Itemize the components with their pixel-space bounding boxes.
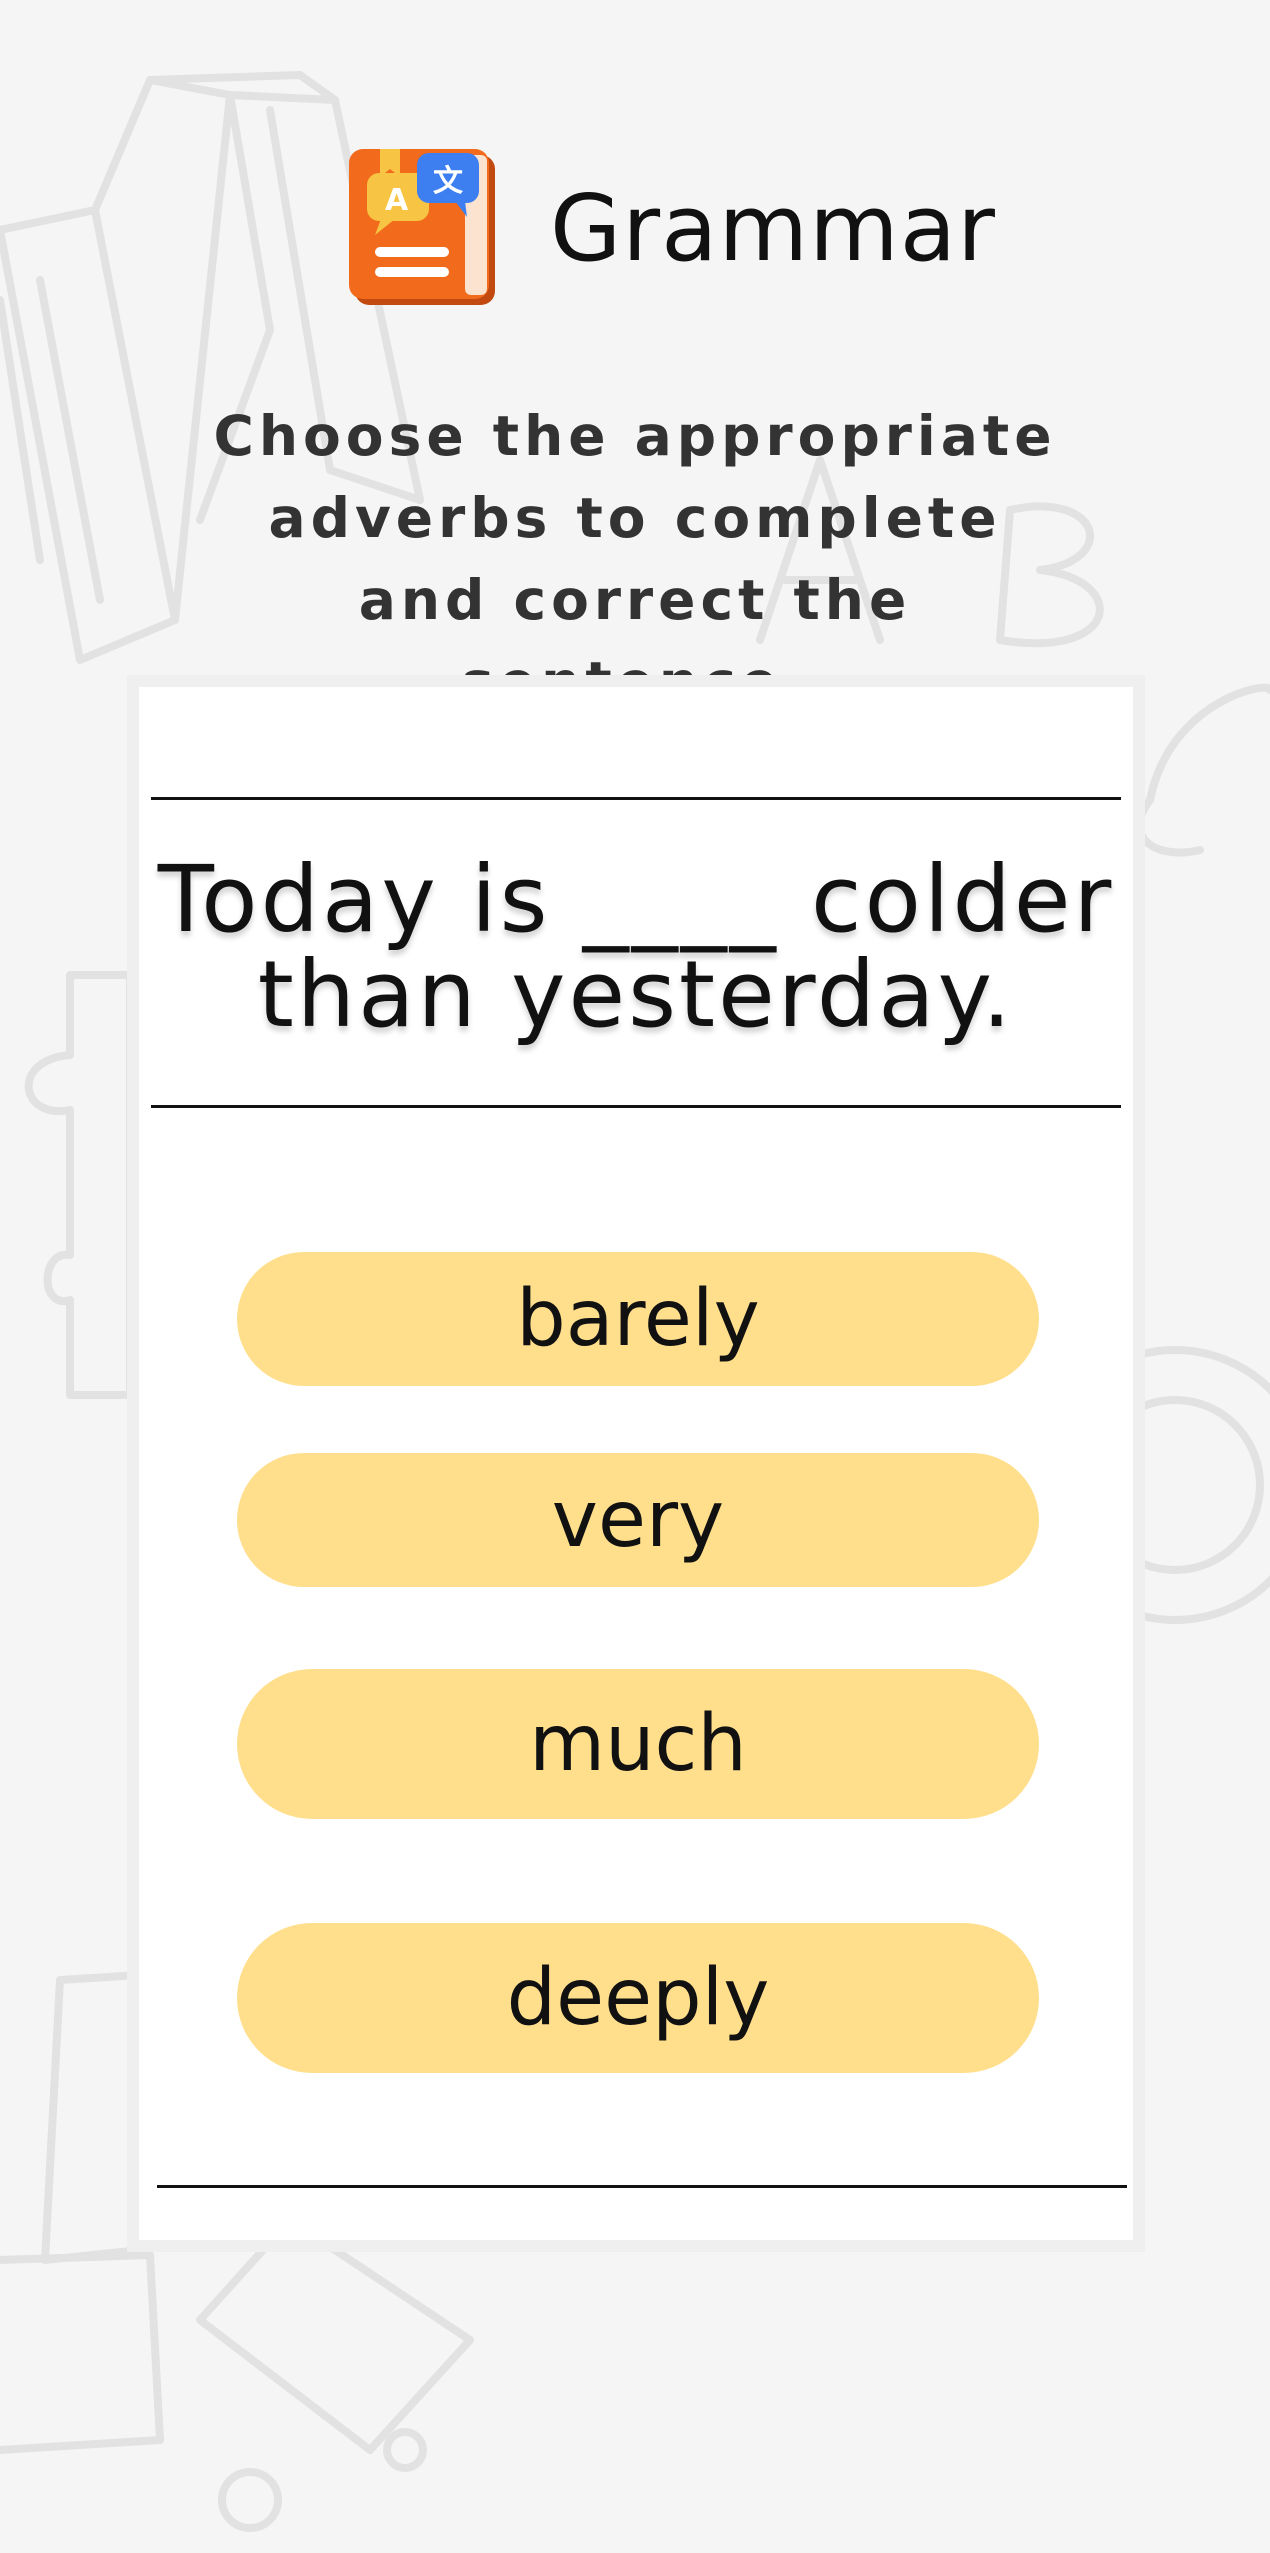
puzzle-doodle <box>24 971 134 1399</box>
instruction-text: Choose the appropriate adverbs to comple… <box>213 404 1057 714</box>
divider-middle <box>151 1105 1121 1108</box>
divider-top <box>151 797 1121 800</box>
question-sentence: Today is ____ colder than yesterday. <box>157 846 1115 1048</box>
language-book-icon: A 文 <box>349 149 495 305</box>
option-button-barely[interactable]: barely <box>237 1252 1039 1386</box>
app-title: Grammar <box>550 175 996 282</box>
option-button-much[interactable]: much <box>237 1669 1039 1819</box>
option-button-very[interactable]: very <box>237 1453 1039 1587</box>
question-card: Today is ____ colder than yesterday. bar… <box>127 675 1145 2252</box>
option-button-deeply[interactable]: deeply <box>237 1923 1039 2073</box>
svg-text:文: 文 <box>433 164 463 199</box>
divider-bottom <box>157 2185 1127 2188</box>
header: A 文 Grammar <box>345 135 995 315</box>
svg-text:A: A <box>385 183 409 218</box>
